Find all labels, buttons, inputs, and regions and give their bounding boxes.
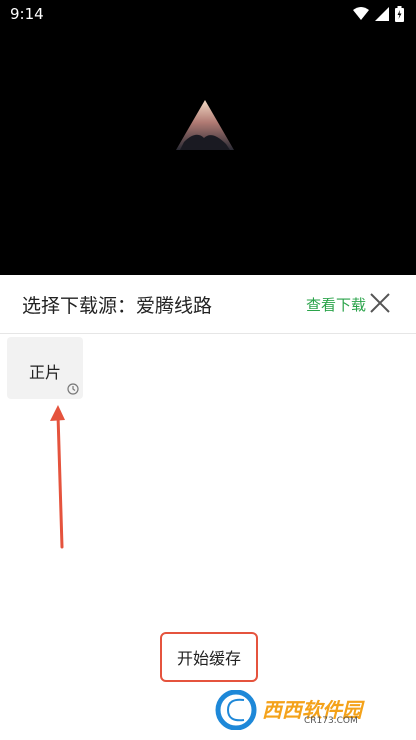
battery-icon bbox=[395, 6, 404, 22]
app-logo-icon bbox=[176, 100, 234, 150]
wifi-icon bbox=[353, 7, 369, 20]
watermark-url: CR173.COM bbox=[304, 716, 358, 726]
watermark: 西西软件园 CR173.COM bbox=[214, 690, 398, 730]
view-download-link[interactable]: 查看下载 bbox=[306, 294, 366, 315]
download-source-sheet: 选择下载源：爱腾线路 查看下载 正片 开始缓存 西西软件园 CR173.COM bbox=[0, 275, 416, 740]
video-player[interactable]: 9:14 bbox=[0, 0, 416, 275]
start-cache-label: 开始缓存 bbox=[176, 649, 241, 668]
signal-icon bbox=[375, 7, 389, 21]
episode-item[interactable]: 正片 bbox=[7, 337, 83, 399]
status-icons bbox=[353, 6, 404, 22]
episode-label: 正片 bbox=[28, 363, 61, 382]
watermark-logo-icon bbox=[215, 690, 257, 730]
annotation-arrow bbox=[50, 405, 65, 549]
clock-icon bbox=[67, 383, 79, 395]
close-icon[interactable] bbox=[369, 292, 391, 314]
status-time: 9:14 bbox=[10, 5, 44, 23]
status-bar: 9:14 bbox=[0, 0, 416, 28]
download-source-title: 选择下载源：爱腾线路 bbox=[22, 295, 213, 317]
start-cache-button[interactable]: 开始缓存 bbox=[160, 632, 258, 682]
sheet-header: 选择下载源：爱腾线路 查看下载 bbox=[0, 275, 416, 334]
